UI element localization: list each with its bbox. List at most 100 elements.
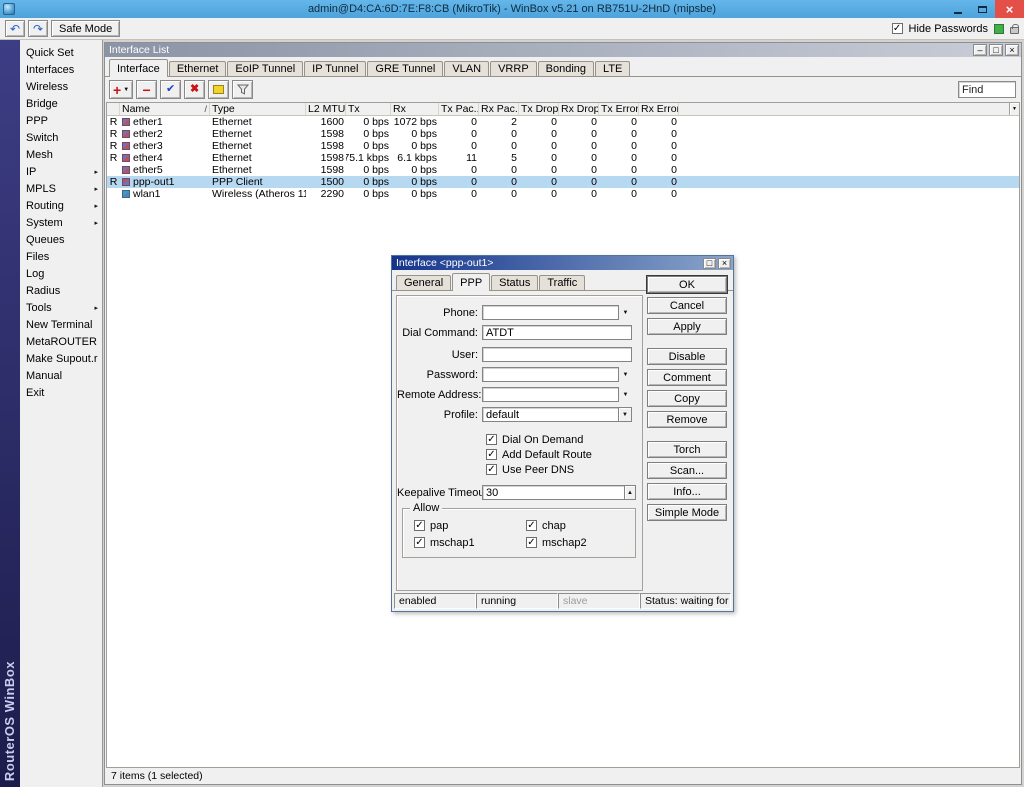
- password-input[interactable]: [482, 367, 619, 382]
- scan-button[interactable]: Scan...: [647, 462, 727, 479]
- sidebar-item-log[interactable]: Log: [20, 265, 102, 282]
- checkbox-dial-on-demand[interactable]: Dial On Demand: [486, 432, 642, 447]
- enable-button[interactable]: [160, 80, 181, 99]
- dialog-maximize-button[interactable]: [703, 258, 716, 269]
- table-row[interactable]: Rether2Ethernet15980 bps0 bps000000: [107, 128, 1019, 140]
- column-header-tx-pac[interactable]: Tx Pac...: [439, 103, 479, 115]
- torch-button[interactable]: Torch: [647, 441, 727, 458]
- tab-vrrp[interactable]: VRRP: [490, 61, 537, 76]
- remote-address-input[interactable]: [482, 387, 619, 402]
- phone-input[interactable]: [482, 305, 619, 320]
- window-close-button[interactable]: [1005, 44, 1019, 56]
- tab-ethernet[interactable]: Ethernet: [169, 61, 227, 76]
- sidebar-item-ppp[interactable]: PPP: [20, 112, 102, 129]
- column-header-tx-errors[interactable]: Tx Errors: [599, 103, 639, 115]
- keepalive-timeout-input[interactable]: [482, 485, 625, 500]
- checkbox-add-default-route[interactable]: Add Default Route: [486, 447, 642, 462]
- column-header-rx-drops[interactable]: Rx Drops: [559, 103, 599, 115]
- table-row[interactable]: Rether1Ethernet16000 bps1072 bps020000: [107, 116, 1019, 128]
- tab-vlan[interactable]: VLAN: [444, 61, 489, 76]
- sidebar-item-routing[interactable]: Routing: [20, 197, 102, 214]
- find-input[interactable]: [958, 81, 1016, 98]
- tab-interface[interactable]: Interface: [109, 59, 168, 77]
- sidebar-item-radius[interactable]: Radius: [20, 282, 102, 299]
- tab-bonding[interactable]: Bonding: [538, 61, 594, 76]
- copy-button[interactable]: Copy: [647, 390, 727, 407]
- sidebar-item-make-supout-rif[interactable]: Make Supout.rif: [20, 350, 102, 367]
- column-header-rx[interactable]: Rx: [391, 103, 439, 115]
- sidebar-item-interfaces[interactable]: Interfaces: [20, 61, 102, 78]
- column-header-flags[interactable]: [107, 103, 120, 115]
- cancel-button[interactable]: Cancel: [647, 297, 727, 314]
- column-header-l2-mtu[interactable]: L2 MTU: [306, 103, 346, 115]
- sidebar-item-wireless[interactable]: Wireless: [20, 78, 102, 95]
- table-row[interactable]: Rether3Ethernet15980 bps0 bps000000: [107, 140, 1019, 152]
- tab-gre-tunnel[interactable]: GRE Tunnel: [367, 61, 443, 76]
- dialog-tab-traffic[interactable]: Traffic: [539, 275, 585, 290]
- comment-button[interactable]: [208, 80, 229, 99]
- allow-option-mschap1[interactable]: mschap1: [414, 535, 526, 550]
- allow-option-chap[interactable]: chap: [526, 518, 635, 533]
- column-header-tx-drops[interactable]: Tx Drops: [519, 103, 559, 115]
- checkbox-use-peer-dns[interactable]: Use Peer DNS: [486, 462, 642, 477]
- sidebar-item-tools[interactable]: Tools: [20, 299, 102, 316]
- dialog-tab-ppp[interactable]: PPP: [452, 273, 490, 291]
- dial-command-input[interactable]: [482, 325, 632, 340]
- keepalive-spinner-up-icon[interactable]: [625, 485, 636, 500]
- window-minimize-button[interactable]: [973, 44, 987, 56]
- sidebar-item-mpls[interactable]: MPLS: [20, 180, 102, 197]
- close-button[interactable]: [995, 0, 1024, 18]
- password-dropdown-icon[interactable]: [619, 372, 632, 378]
- profile-dropdown-icon[interactable]: [619, 407, 632, 422]
- dialog-close-button[interactable]: [718, 258, 731, 269]
- sidebar-item-exit[interactable]: Exit: [20, 384, 102, 401]
- sidebar-item-quick-set[interactable]: Quick Set: [20, 44, 102, 61]
- remove-button[interactable]: [136, 80, 157, 99]
- redo-button[interactable]: [28, 20, 48, 37]
- sidebar-item-manual[interactable]: Manual: [20, 367, 102, 384]
- sidebar-item-new-terminal[interactable]: New Terminal: [20, 316, 102, 333]
- sidebar-item-files[interactable]: Files: [20, 248, 102, 265]
- dialog-titlebar[interactable]: Interface <ppp-out1>: [392, 256, 733, 270]
- interface-list-titlebar[interactable]: Interface List: [105, 43, 1021, 57]
- tab-lte[interactable]: LTE: [595, 61, 630, 76]
- sidebar-item-queues[interactable]: Queues: [20, 231, 102, 248]
- undo-button[interactable]: [5, 20, 25, 37]
- sidebar-item-metarouter[interactable]: MetaROUTER: [20, 333, 102, 350]
- profile-input[interactable]: [482, 407, 619, 422]
- add-button[interactable]: [109, 80, 133, 99]
- table-row[interactable]: Rppp-out1PPP Client15000 bps0 bps000000: [107, 176, 1019, 188]
- dialog-tab-status[interactable]: Status: [491, 275, 538, 290]
- maximize-button[interactable]: [970, 0, 995, 18]
- sidebar-item-bridge[interactable]: Bridge: [20, 95, 102, 112]
- filter-button[interactable]: [232, 80, 253, 99]
- sidebar-item-system[interactable]: System: [20, 214, 102, 231]
- remote-address-dropdown-icon[interactable]: [619, 392, 632, 398]
- sidebar-item-ip[interactable]: IP: [20, 163, 102, 180]
- column-header-name[interactable]: Name/: [120, 103, 210, 115]
- column-header-rx-pac[interactable]: Rx Pac...: [479, 103, 519, 115]
- apply-button[interactable]: Apply: [647, 318, 727, 335]
- column-header-type[interactable]: Type: [210, 103, 306, 115]
- column-select-button[interactable]: [1009, 103, 1019, 115]
- user-input[interactable]: [482, 347, 632, 362]
- table-row[interactable]: Rether4Ethernet159875.1 kbps6.1 kbps1150…: [107, 152, 1019, 164]
- simple-mode-button[interactable]: Simple Mode: [647, 504, 727, 521]
- tab-eoip-tunnel[interactable]: EoIP Tunnel: [227, 61, 303, 76]
- allow-option-mschap2[interactable]: mschap2: [526, 535, 635, 550]
- ok-button[interactable]: OK: [647, 276, 727, 293]
- dialog-tab-general[interactable]: General: [396, 275, 451, 290]
- sidebar-item-mesh[interactable]: Mesh: [20, 146, 102, 163]
- column-header-rx-errors[interactable]: Rx Errors: [639, 103, 679, 115]
- allow-option-pap[interactable]: pap: [414, 518, 526, 533]
- tab-ip-tunnel[interactable]: IP Tunnel: [304, 61, 366, 76]
- column-header-tx[interactable]: Tx: [346, 103, 391, 115]
- table-row[interactable]: ether5Ethernet15980 bps0 bps000000: [107, 164, 1019, 176]
- window-maximize-button[interactable]: [989, 44, 1003, 56]
- comment-button[interactable]: Comment: [647, 369, 727, 386]
- safe-mode-button[interactable]: Safe Mode: [51, 20, 120, 37]
- disable-button[interactable]: [184, 80, 205, 99]
- info-button[interactable]: Info...: [647, 483, 727, 500]
- hide-passwords-checkbox[interactable]: [892, 23, 903, 34]
- remove-button[interactable]: Remove: [647, 411, 727, 428]
